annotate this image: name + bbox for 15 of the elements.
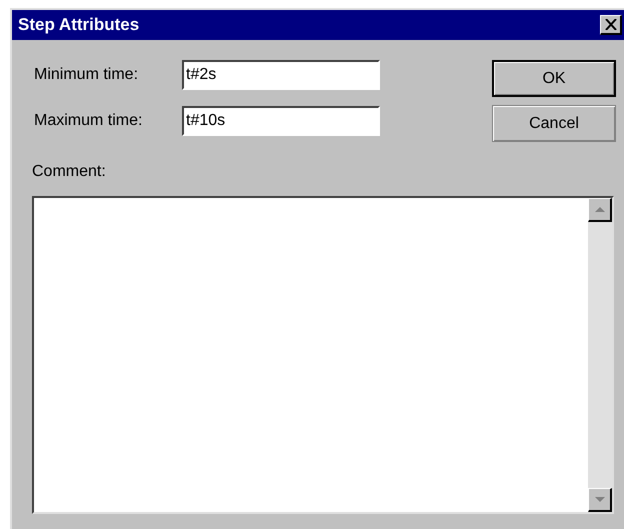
close-button[interactable] (600, 15, 622, 35)
field-label: Maximum time: (34, 111, 144, 131)
close-icon (604, 19, 616, 30)
scroll-down-button[interactable] (588, 488, 612, 512)
window-title: Step Attributes (18, 14, 140, 36)
input-field[interactable]: t#10s (182, 106, 380, 136)
field-label: Minimum time: (34, 65, 140, 85)
dialog-button[interactable]: OK (492, 60, 616, 97)
up-arrow-icon (594, 207, 604, 212)
input-field[interactable]: t#2s (182, 60, 380, 90)
scrollbar[interactable] (588, 198, 612, 512)
comment-label: Comment: (32, 162, 107, 182)
dialog-button[interactable]: Cancel (492, 105, 616, 142)
scroll-up-button[interactable] (588, 198, 612, 222)
down-arrow-icon (594, 497, 604, 502)
